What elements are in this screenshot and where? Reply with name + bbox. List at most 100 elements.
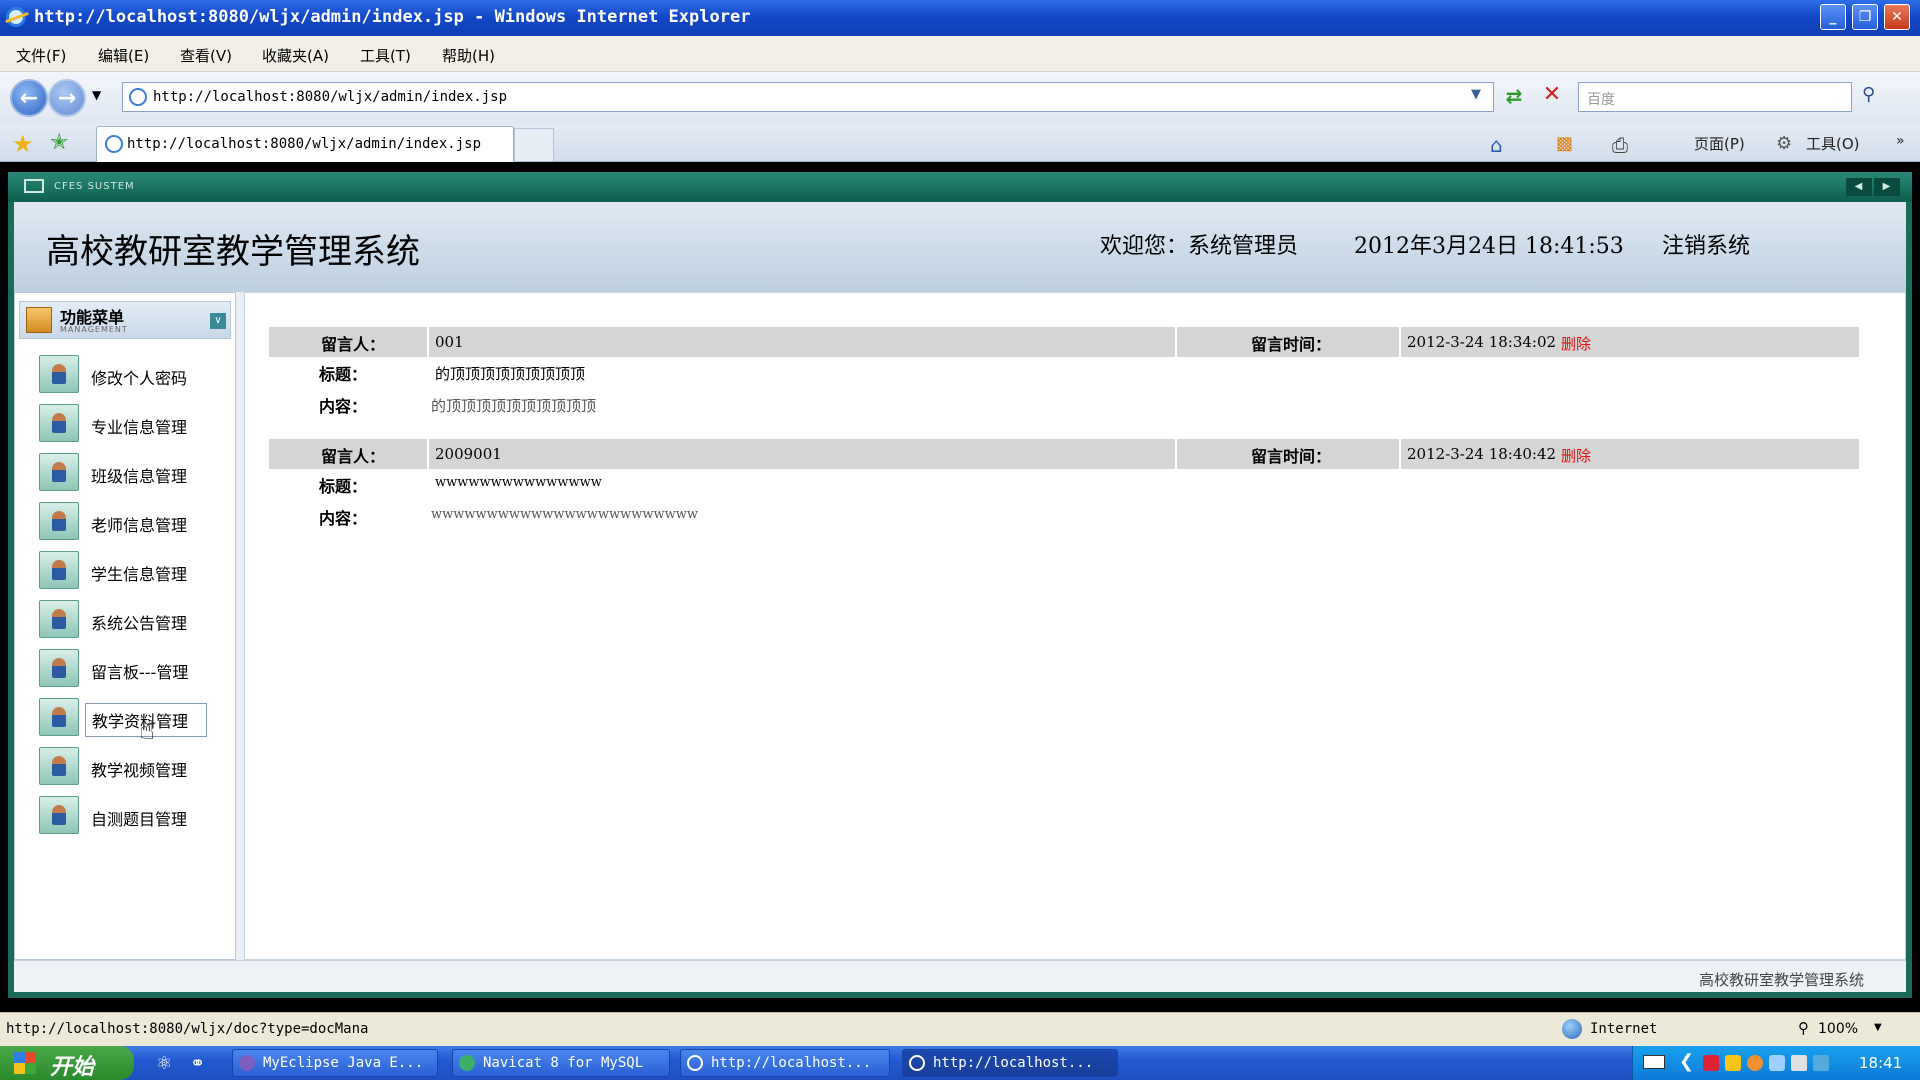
address-dropdown-icon[interactable]: ▼ (1471, 87, 1481, 102)
keyboard-icon[interactable] (1643, 1055, 1665, 1069)
task-browser-1[interactable]: http://localhost... (680, 1049, 890, 1077)
system-tag: CFES SUSTEM (54, 181, 135, 192)
security-zone: Internet (1590, 1021, 1658, 1037)
sidebar-item-videos[interactable]: 教学视频管理 (15, 745, 237, 789)
delete-link[interactable]: 删除 (1561, 333, 1591, 354)
sidebar-item-teacher[interactable]: 老师信息管理 (15, 500, 237, 544)
tray-clock[interactable]: 18:41 (1859, 1054, 1902, 1072)
sidebar-item-label: 老师信息管理 (91, 516, 188, 535)
sidebar-item-messageboard[interactable]: 留言板---管理 (15, 647, 237, 691)
network-icon[interactable] (1769, 1055, 1785, 1071)
tray-app-icon[interactable] (1813, 1055, 1829, 1071)
search-icon[interactable]: ⚲ (1862, 84, 1875, 105)
sidebar-item-label: 系统公告管理 (91, 614, 188, 633)
refresh-icon[interactable]: ⇄ (1500, 84, 1528, 112)
quicklaunch-browser-icon[interactable]: ⚭ (190, 1053, 205, 1074)
home-icon[interactable]: ⌂ (1490, 133, 1503, 157)
sidebar-item-quiz[interactable]: 自测题目管理 (15, 794, 237, 838)
ie-icon (909, 1055, 925, 1071)
search-box[interactable]: 百度 (1578, 82, 1852, 112)
logout-link[interactable]: 注销系统 (1662, 228, 1750, 260)
sidebar-item-student[interactable]: 学生信息管理 (15, 549, 237, 593)
datetime-text: 2012年3月24日 18:41:53 (1354, 234, 1624, 259)
user-icon (39, 502, 79, 540)
task-navicat[interactable]: Navicat 8 for MySQL (452, 1049, 670, 1077)
close-button[interactable]: ✕ (1884, 4, 1910, 30)
restore-button[interactable]: ❐ (1852, 4, 1878, 30)
quicklaunch-ie-icon[interactable]: ⚛ (156, 1053, 172, 1074)
message-title: wwwwwwwwwwwwwww (435, 475, 602, 490)
taskbar: 开始 ⚛ ⚭ MyEclipse Java E... Navicat 8 for… (0, 1046, 1920, 1080)
menu-edit[interactable]: 编辑(E) (98, 45, 149, 66)
start-label: 开始 (50, 1055, 95, 1080)
tools-menu[interactable]: 工具(O) (1806, 133, 1860, 154)
add-favorite-icon[interactable]: ✭ (50, 130, 68, 155)
task-label: Navicat 8 for MySQL (483, 1055, 644, 1071)
stop-icon[interactable]: ✕ (1538, 82, 1566, 110)
address-toolbar: ← → ▼ http://localhost:8080/wljx/admin/i… (0, 72, 1920, 124)
favorites-star-icon[interactable]: ★ (12, 130, 34, 158)
tray-app-icon[interactable] (1747, 1055, 1763, 1071)
welcome-text: 欢迎您：系统管理员 (1100, 234, 1299, 259)
sidebar-item-materials[interactable]: 教学资料管理 ☝ (15, 696, 237, 746)
menu-bar: 文件(F) 编辑(E) 查看(V) 收藏夹(A) 工具(T) 帮助(H) (0, 36, 1920, 72)
monitor-icon (24, 179, 44, 193)
scroll-left-icon[interactable]: ◀ (1846, 178, 1872, 196)
sidebar-item-announcement[interactable]: 系统公告管理 (15, 598, 237, 642)
collapse-icon[interactable]: ∨ (210, 313, 226, 329)
time-label-cell: 留言时间： (1177, 327, 1401, 357)
tab-page-icon (105, 135, 123, 153)
sidebar-item-label: 学生信息管理 (91, 565, 188, 584)
content-label: 内容： (319, 509, 368, 528)
menu-file[interactable]: 文件(F) (16, 45, 66, 66)
tray-expand-icon[interactable]: ❮ (1679, 1051, 1694, 1072)
tray-app-icon[interactable] (1725, 1055, 1741, 1071)
task-browser-2[interactable]: http://localhost... (902, 1049, 1118, 1077)
address-bar[interactable]: http://localhost:8080/wljx/admin/index.j… (122, 82, 1494, 112)
zoom-dropdown-icon[interactable]: ▼ (1874, 1022, 1882, 1033)
tab-bar: ★ ✭ http://localhost:8080/wljx/admin/ind… (0, 124, 1920, 162)
content-label: 内容： (319, 397, 368, 416)
new-tab-button[interactable] (514, 128, 554, 162)
sidebar: 功能菜单 MANAGEMENT ∨ 修改个人密码 专业信息管理 班级信息管理 老… (14, 292, 236, 960)
history-dropdown-icon[interactable]: ▼ (92, 88, 101, 102)
sidebar-item-label: 修改个人密码 (91, 369, 188, 388)
footer-text: 高校教研室教学管理系统 (1698, 971, 1864, 989)
menu-view[interactable]: 查看(V) (180, 45, 232, 66)
task-myeclipse[interactable]: MyEclipse Java E... (232, 1049, 438, 1077)
print-icon[interactable]: ⎙ (1612, 133, 1628, 157)
sidebar-item-major[interactable]: 专业信息管理 (15, 402, 237, 446)
menu-tools[interactable]: 工具(T) (360, 45, 411, 66)
user-icon (39, 698, 79, 736)
scroll-right-icon[interactable]: ▶ (1874, 178, 1900, 196)
tab-current[interactable]: http://localhost:8080/wljx/admin/index.j… (96, 126, 514, 162)
back-button[interactable]: ← (10, 79, 48, 117)
delete-link[interactable]: 删除 (1561, 445, 1591, 466)
tray-app-icon[interactable] (1703, 1055, 1719, 1071)
tab-label: http://localhost:8080/wljx/admin/index.j… (127, 136, 482, 152)
page-menu[interactable]: 页面(P) (1694, 133, 1745, 154)
app-banner: 高校教研室教学管理系统 欢迎您：系统管理员 2012年3月24日 18:41:5… (14, 202, 1906, 292)
address-url[interactable]: http://localhost:8080/wljx/admin/index.j… (153, 89, 507, 105)
window-title-bar[interactable]: http://localhost:8080/wljx/admin/index.j… (0, 0, 1920, 36)
minimize-button[interactable]: _ (1820, 4, 1846, 30)
menu-favorites[interactable]: 收藏夹(A) (262, 45, 329, 66)
volume-icon[interactable] (1791, 1055, 1807, 1071)
zoom-level[interactable]: 100% (1818, 1021, 1858, 1037)
sidebar-item-change-password[interactable]: 修改个人密码 (15, 353, 237, 397)
feeds-icon[interactable]: ▩ (1556, 133, 1573, 154)
time-value-cell: 2012-3-24 18:40:42 删除 (1401, 439, 1859, 469)
time-value: 2012-3-24 18:40:42 (1407, 445, 1557, 463)
message-content: 的顶顶顶顶顶顶顶顶顶顶 (431, 397, 597, 415)
author-value: 2009001 (435, 445, 502, 463)
forward-button[interactable]: → (48, 79, 86, 117)
start-button[interactable]: 开始 (0, 1046, 134, 1080)
sidebar-item-class[interactable]: 班级信息管理 (15, 451, 237, 495)
app-title: 高校教研室教学管理系统 (46, 232, 420, 272)
gear-icon[interactable]: ⚙ (1776, 133, 1792, 154)
user-icon (39, 551, 79, 589)
globe-icon (1562, 1019, 1582, 1039)
toolbar-overflow-icon[interactable]: » (1896, 133, 1905, 149)
menu-help[interactable]: 帮助(H) (442, 45, 495, 66)
user-icon (39, 747, 79, 785)
